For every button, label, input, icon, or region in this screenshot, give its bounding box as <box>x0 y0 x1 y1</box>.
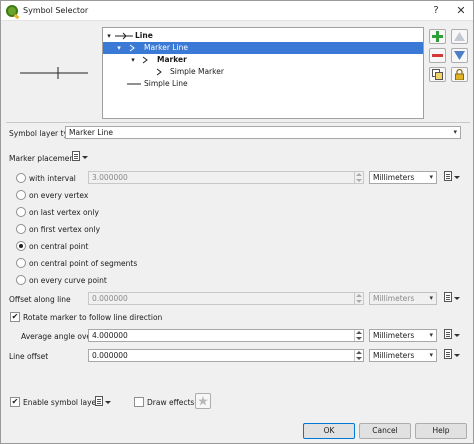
offset-along-line-input[interactable]: 0.000000 <box>88 292 364 305</box>
chevron-down-icon: ▾ <box>429 294 433 302</box>
title-close-button[interactable]: ✕ <box>453 3 469 18</box>
tree-item-label: Marker Line <box>144 43 188 52</box>
expanded-arrow-icon[interactable]: ▾ <box>105 30 113 42</box>
star-effects-icon <box>198 396 208 406</box>
qgis-logo-icon <box>6 5 18 17</box>
expanded-arrow-icon[interactable]: ▾ <box>129 54 137 66</box>
tree-item-label: Marker <box>157 55 187 64</box>
draw-effects-checkbox[interactable] <box>134 397 144 407</box>
radio-on-every-curve-point[interactable] <box>16 275 26 285</box>
move-up-icon <box>454 32 465 41</box>
rotate-marker-label: Rotate marker to follow line direction <box>23 313 163 322</box>
average-angle-input[interactable]: 4.000000 <box>88 329 364 342</box>
data-defined-override-icon[interactable] <box>71 151 88 163</box>
expanded-arrow-icon[interactable]: ▾ <box>115 42 123 54</box>
radio-on-last-vertex[interactable] <box>16 207 26 217</box>
tree-item-label: Simple Marker <box>170 67 224 76</box>
average-angle-value: 4.000000 <box>92 331 128 340</box>
lock-layer-button[interactable] <box>451 67 468 82</box>
move-down-icon <box>454 51 465 60</box>
line-offset-unit-value: Millimeters <box>373 351 415 360</box>
data-defined-override-icon[interactable] <box>94 396 111 408</box>
line-symbol-icon <box>115 32 133 40</box>
move-up-button[interactable] <box>451 29 468 44</box>
help-button[interactable]: Help <box>415 423 467 439</box>
line-offset-label: Line offset <box>9 352 49 361</box>
title-bar: Symbol Selector ? ✕ <box>1 1 473 21</box>
radio-label: on last vertex only <box>29 208 99 217</box>
radio-label: on every curve point <box>29 276 107 285</box>
line-offset-value: 0.000000 <box>92 351 128 360</box>
average-angle-unit-value: Millimeters <box>373 331 415 340</box>
symbol-layer-tree[interactable]: ▾ Line ▾ Marker Line ▾ Marker Simple Mar… <box>102 27 424 119</box>
chevron-down-icon: ▾ <box>453 128 457 136</box>
ok-button[interactable]: OK <box>303 423 355 439</box>
tree-item-label: Simple Line <box>144 79 188 88</box>
remove-layer-icon <box>432 54 443 57</box>
move-down-button[interactable] <box>451 48 468 63</box>
symbol-selector-dialog: Symbol Selector ? ✕ ▾ Line ▾ Marker Line… <box>0 0 474 444</box>
marker-symbol-icon <box>142 56 148 64</box>
divider <box>6 122 470 123</box>
chevron-down-icon: ▾ <box>429 331 433 339</box>
offset-along-line-value: 0.000000 <box>92 294 128 303</box>
radio-on-central-point[interactable] <box>16 241 26 251</box>
marker-placement-label: Marker placement <box>9 154 78 163</box>
radio-on-first-vertex[interactable] <box>16 224 26 234</box>
data-defined-override-icon[interactable] <box>443 171 460 183</box>
duplicate-layer-button[interactable] <box>429 67 446 82</box>
average-angle-label: Average angle over <box>21 332 95 341</box>
data-defined-override-icon[interactable] <box>443 329 460 341</box>
duplicate-layer-icon <box>432 69 443 80</box>
chevron-down-icon: ▾ <box>429 173 433 181</box>
radio-label: on central point of segments <box>29 259 138 268</box>
offset-along-line-unit-value: Millimeters <box>373 294 415 303</box>
rotate-marker-checkbox[interactable]: ✔ <box>10 312 20 322</box>
simple-line-symbol-icon <box>127 83 141 85</box>
tree-item-marker[interactable]: ▾ Marker <box>103 54 423 66</box>
remove-layer-button[interactable] <box>429 48 446 63</box>
radio-with-interval[interactable] <box>16 173 26 183</box>
simple-marker-symbol-icon <box>156 68 162 76</box>
offset-along-line-label: Offset along line <box>9 295 71 304</box>
lock-icon <box>455 68 464 81</box>
enable-symbol-layer-label: Enable symbol layer <box>23 398 100 407</box>
add-layer-button[interactable] <box>429 29 446 44</box>
line-offset-input[interactable]: 0.000000 <box>88 349 364 362</box>
cancel-button[interactable]: Cancel <box>359 423 411 439</box>
add-layer-icon <box>432 31 443 42</box>
radio-on-central-point-of-segments[interactable] <box>16 258 26 268</box>
symbol-layer-type-select[interactable]: Marker Line ▾ <box>65 126 461 139</box>
interval-input[interactable]: 3.000000 <box>88 171 364 184</box>
offset-along-line-unit-select[interactable]: Millimeters ▾ <box>369 292 437 305</box>
tree-item-marker-line[interactable]: ▾ Marker Line <box>103 42 423 54</box>
interval-value: 3.000000 <box>92 173 128 182</box>
symbol-layer-type-value: Marker Line <box>69 128 113 137</box>
radio-label: on first vertex only <box>29 225 101 234</box>
enable-symbol-layer-checkbox[interactable]: ✔ <box>10 397 20 407</box>
data-defined-override-icon[interactable] <box>443 292 460 304</box>
tree-item-line[interactable]: ▾ Line <box>103 30 423 42</box>
interval-unit-select[interactable]: Millimeters ▾ <box>369 171 437 184</box>
line-offset-unit-select[interactable]: Millimeters ▾ <box>369 349 437 362</box>
radio-label: on every vertex <box>29 191 89 200</box>
preview-line-icon <box>20 67 88 79</box>
radio-label: with interval <box>29 174 76 183</box>
chevron-down-icon: ▾ <box>429 351 433 359</box>
radio-on-every-vertex[interactable] <box>16 190 26 200</box>
draw-effects-label: Draw effects <box>147 398 195 407</box>
tree-item-simple-marker[interactable]: Simple Marker <box>103 66 423 78</box>
tree-item-label: Line <box>135 31 153 40</box>
data-defined-override-icon[interactable] <box>443 349 460 361</box>
title-help-button[interactable]: ? <box>428 3 444 18</box>
effects-settings-button[interactable] <box>195 393 211 409</box>
symbol-preview <box>6 26 96 121</box>
radio-label: on central point <box>29 242 89 251</box>
marker-line-symbol-icon <box>129 44 135 52</box>
average-angle-unit-select[interactable]: Millimeters ▾ <box>369 329 437 342</box>
interval-unit-value: Millimeters <box>373 173 415 182</box>
window-title: Symbol Selector <box>23 6 89 15</box>
tree-item-simple-line[interactable]: Simple Line <box>103 78 423 90</box>
